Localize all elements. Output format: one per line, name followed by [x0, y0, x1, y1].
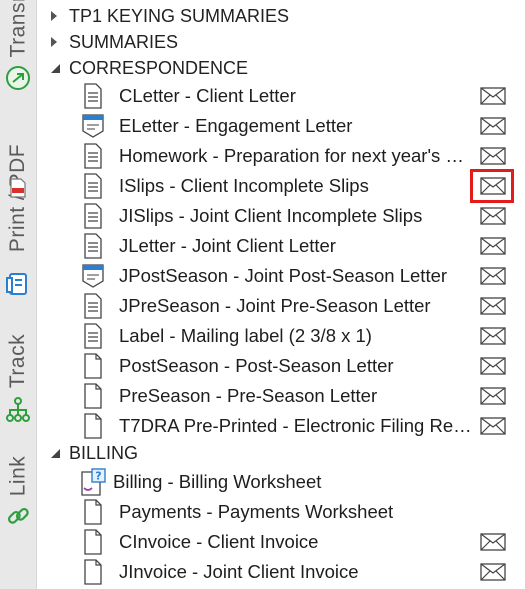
- item-label: CLetter - Client Letter: [119, 85, 296, 106]
- track-tab[interactable]: Track: [0, 330, 36, 392]
- item-label: JPreSeason - Joint Pre-Season Letter: [119, 295, 431, 316]
- blank-document-icon: [80, 382, 106, 410]
- item-label: PostSeason - Post-Season Letter: [119, 355, 394, 376]
- section-billing[interactable]: BILLING: [50, 440, 138, 466]
- item-label: JPostSeason - Joint Post-Season Letter: [119, 265, 448, 286]
- section-tp1-keying-summaries[interactable]: TP1 KEYING SUMMARIES: [50, 3, 289, 29]
- list-item[interactable]: JInvoice - Joint Client Invoice: [80, 557, 525, 587]
- blank-document-icon: [80, 498, 106, 526]
- billing-worksheet-icon: ?: [80, 468, 106, 496]
- print-pdf-tab[interactable]: Print / PDF: [0, 118, 36, 278]
- engagement-template-icon: [80, 262, 106, 290]
- lined-document-icon: [80, 322, 106, 350]
- list-item[interactable]: JPostSeason - Joint Post-Season Letter: [80, 261, 525, 291]
- print-pdf-icon[interactable]: [4, 270, 32, 298]
- item-label: Billing - Billing Worksheet: [113, 471, 322, 492]
- highlight-box: [470, 169, 514, 203]
- caret-right-icon[interactable]: [50, 36, 64, 48]
- item-label: ELetter - Engagement Letter: [119, 115, 353, 136]
- item-label: T7DRA Pre-Printed - Electronic Filing Re…: [119, 415, 472, 436]
- lined-document-icon: [80, 82, 106, 110]
- document-tree: TP1 KEYING SUMMARIES SUMMARIES CORRESPON…: [36, 0, 525, 589]
- blank-document-icon: [80, 528, 106, 556]
- email-icon[interactable]: [480, 147, 506, 165]
- email-icon[interactable]: [480, 327, 506, 345]
- item-label: PreSeason - Pre-Season Letter: [119, 385, 378, 406]
- caret-down-icon[interactable]: [50, 448, 64, 459]
- track-icon[interactable]: [4, 396, 32, 424]
- item-label: JISlips - Joint Client Incomplete Slips: [119, 205, 423, 226]
- section-label: BILLING: [69, 442, 139, 463]
- email-icon[interactable]: [480, 207, 506, 225]
- lined-document-icon: [80, 232, 106, 260]
- email-icon[interactable]: [480, 117, 506, 135]
- blank-document-icon: [80, 412, 106, 440]
- link-tab[interactable]: Link: [0, 450, 36, 502]
- item-label: ISlips - Client Incomplete Slips: [119, 175, 369, 196]
- caret-right-icon[interactable]: [50, 10, 64, 22]
- list-item[interactable]: Homework - Preparation for next year's w…: [80, 141, 525, 171]
- email-icon[interactable]: [480, 387, 506, 405]
- list-item[interactable]: ? Billing - Billing Worksheet: [80, 467, 525, 497]
- list-item[interactable]: ISlips - Client Incomplete Slips: [80, 171, 525, 201]
- list-item[interactable]: ELetter - Engagement Letter: [80, 111, 525, 141]
- email-icon[interactable]: [480, 357, 506, 375]
- link-label: Link: [6, 455, 29, 497]
- section-summaries[interactable]: SUMMARIES: [50, 29, 178, 55]
- print-pdf-label: Print / PDF: [6, 143, 29, 253]
- blank-document-icon: [80, 558, 106, 586]
- email-icon[interactable]: [480, 533, 506, 551]
- lined-document-icon: [80, 202, 106, 230]
- section-label: CORRESPONDENCE: [69, 57, 249, 78]
- email-icon[interactable]: [480, 267, 506, 285]
- email-icon[interactable]: [480, 563, 506, 581]
- svg-text:?: ?: [95, 470, 101, 483]
- transmit-label: Transmit: [6, 0, 29, 58]
- item-label: JLetter - Joint Client Letter: [119, 235, 336, 256]
- side-toolbar: Transmit Print / PDF Track Link: [0, 0, 37, 589]
- list-item[interactable]: CInvoice - Client Invoice: [80, 527, 525, 557]
- pdf-icon: [4, 178, 32, 198]
- list-item[interactable]: JISlips - Joint Client Incomplete Slips: [80, 201, 525, 231]
- link-icon[interactable]: [4, 502, 32, 530]
- email-icon[interactable]: [480, 87, 506, 105]
- list-item[interactable]: PreSeason - Pre-Season Letter: [80, 381, 525, 411]
- lined-document-icon: [80, 292, 106, 320]
- email-icon[interactable]: [480, 417, 506, 435]
- blank-document-icon: [80, 352, 106, 380]
- item-label: CInvoice - Client Invoice: [119, 531, 319, 552]
- item-label: JInvoice - Joint Client Invoice: [119, 561, 359, 582]
- section-label: TP1 KEYING SUMMARIES: [69, 5, 290, 26]
- transmit-tab[interactable]: Transmit: [0, 0, 36, 58]
- engagement-template-icon: [80, 112, 106, 140]
- caret-down-icon[interactable]: [50, 63, 64, 74]
- list-item[interactable]: CLetter - Client Letter: [80, 81, 525, 111]
- list-item[interactable]: Label - Mailing label (2 3/8 x 1): [80, 321, 525, 351]
- list-item[interactable]: T7DRA Pre-Printed - Electronic Filing Re…: [80, 411, 525, 441]
- transmit-icon[interactable]: [4, 64, 32, 92]
- list-item[interactable]: JLetter - Joint Client Letter: [80, 231, 525, 261]
- track-label: Track: [6, 333, 30, 389]
- section-label: SUMMARIES: [69, 31, 179, 52]
- lined-document-icon: [80, 142, 106, 170]
- list-item[interactable]: Payments - Payments Worksheet: [80, 497, 525, 527]
- item-label: Homework - Preparation for next year's w…: [119, 145, 472, 166]
- lined-document-icon: [80, 172, 106, 200]
- list-item[interactable]: PostSeason - Post-Season Letter: [80, 351, 525, 381]
- list-item[interactable]: JPreSeason - Joint Pre-Season Letter: [80, 291, 525, 321]
- item-label: Label - Mailing label (2 3/8 x 1): [119, 325, 372, 346]
- email-icon[interactable]: [480, 237, 506, 255]
- section-correspondence[interactable]: CORRESPONDENCE: [50, 55, 248, 81]
- item-label: Payments - Payments Worksheet: [119, 501, 394, 522]
- email-icon[interactable]: [480, 297, 506, 315]
